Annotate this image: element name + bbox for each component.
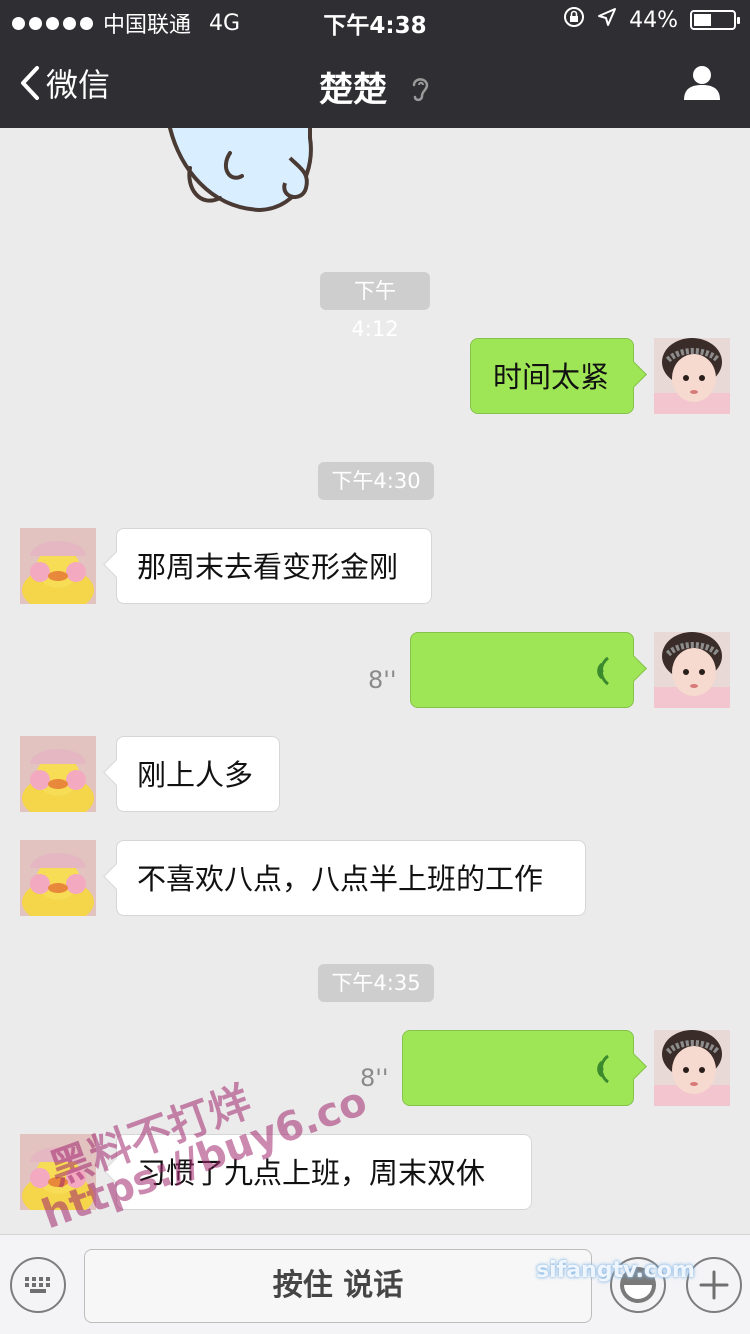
status-right: 44% — [563, 6, 740, 34]
contact-avatar[interactable] — [20, 736, 96, 812]
my-avatar[interactable] — [654, 1030, 730, 1106]
nav-bar: 微信 楚楚 — [0, 40, 750, 128]
duck-avatar-image — [20, 528, 96, 604]
contact-name: 楚楚 — [319, 70, 388, 110]
top-bar: 中国联通 4G 下午4:38 44% 微信 楚楚 — [0, 0, 750, 128]
duck-avatar-image — [20, 1134, 96, 1210]
duck-avatar-image — [20, 736, 96, 812]
voice-wave-icon — [597, 656, 609, 686]
chat-title: 楚楚 — [0, 62, 750, 112]
keyboard-toggle-button[interactable] — [10, 1257, 66, 1313]
received-message-bubble[interactable]: 习惯了九点上班，周末双休 — [116, 1134, 532, 1210]
girl-avatar-image — [654, 1030, 730, 1106]
timestamp-pill: 下午4:12 — [320, 272, 430, 341]
received-message-bubble[interactable]: 刚上人多 — [116, 736, 280, 812]
plus-icon — [699, 1270, 729, 1300]
rotation-lock-icon — [563, 6, 585, 34]
sent-voice-message[interactable] — [410, 632, 634, 708]
girl-avatar-image — [654, 632, 730, 708]
battery-percent: 44% — [629, 7, 678, 33]
contact-avatar[interactable] — [20, 840, 96, 916]
my-avatar[interactable] — [654, 632, 730, 708]
sent-voice-message[interactable] — [402, 1030, 634, 1106]
contact-avatar[interactable] — [20, 528, 96, 604]
sticker-image[interactable] — [150, 128, 330, 218]
voice-wave-icon — [597, 1054, 609, 1084]
contact-profile-button[interactable] — [682, 64, 722, 106]
status-bar: 中国联通 4G 下午4:38 44% — [0, 0, 750, 40]
timestamp-pill: 下午4:30 — [318, 462, 434, 500]
voice-duration: 8'' — [368, 666, 397, 694]
contact-avatar[interactable] — [20, 1134, 96, 1210]
person-icon — [684, 66, 720, 100]
voice-duration: 8'' — [360, 1064, 389, 1092]
sent-message-bubble[interactable]: 时间太紧 — [470, 338, 634, 414]
location-icon — [597, 7, 617, 33]
watermark-site: sifangtv.com — [536, 1258, 695, 1283]
received-message-bubble[interactable]: 不喜欢八点，八点半上班的工作 — [116, 840, 586, 916]
battery-icon — [690, 10, 740, 30]
hold-to-talk-button[interactable]: 按住 说话 — [84, 1249, 592, 1323]
keyboard-icon — [25, 1277, 50, 1293]
received-message-bubble[interactable]: 那周末去看变形金刚 — [116, 528, 432, 604]
earpiece-mode-icon — [409, 72, 431, 112]
input-bar: 按住 说话 — [0, 1234, 750, 1334]
timestamp-pill: 下午4:35 — [318, 964, 434, 1002]
my-avatar[interactable] — [654, 338, 730, 414]
chat-area[interactable]: 下午4:12 时间太紧 下午4:30 那周末去看变形金刚 8'' 刚上人多 不喜… — [0, 128, 750, 1234]
duck-avatar-image — [20, 840, 96, 916]
girl-avatar-image — [654, 338, 730, 414]
battery-fill — [694, 14, 711, 26]
